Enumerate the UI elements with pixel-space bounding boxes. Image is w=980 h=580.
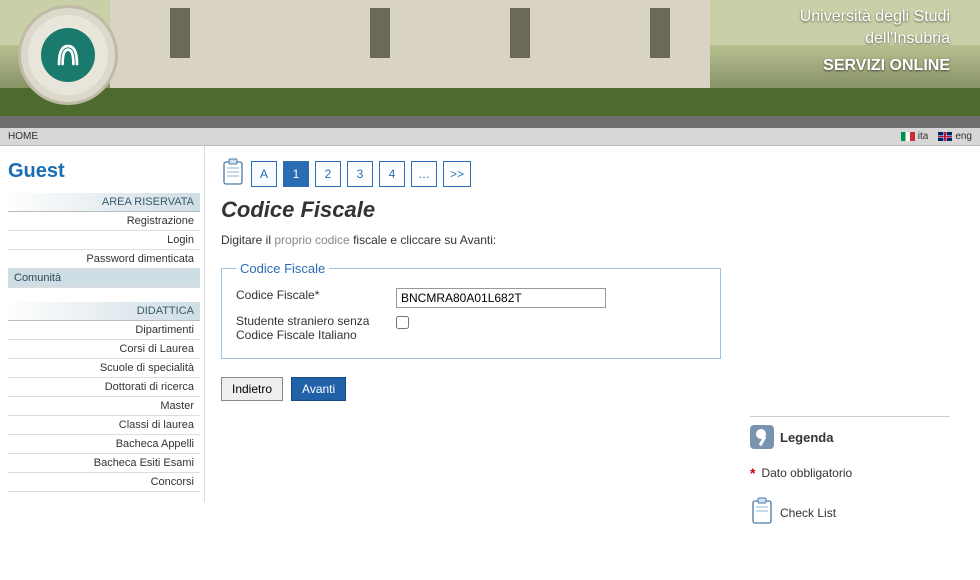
step-1[interactable]: 1 — [283, 161, 309, 187]
university-name-line1: Università degli Studi — [800, 6, 950, 28]
intro-grey: proprio codice — [274, 233, 349, 247]
clipboard-icon — [221, 158, 245, 189]
step-2[interactable]: 2 — [315, 161, 341, 187]
lang-eng[interactable]: eng — [938, 131, 972, 142]
codice-fiscale-input[interactable] — [396, 288, 606, 308]
sidebar-item-bacheca-esiti[interactable]: Bacheca Esiti Esami — [8, 454, 200, 473]
step-indicator: A 1 2 3 4 … >> — [221, 158, 964, 189]
sidebar-item-bacheca-appelli[interactable]: Bacheca Appelli — [8, 435, 200, 454]
page-title: Codice Fiscale — [221, 197, 964, 223]
sidebar-item-dipartimenti[interactable]: Dipartimenti — [8, 321, 200, 340]
service-title: SERVIZI ONLINE — [800, 55, 950, 77]
page-header: Università degli Studi dell'Insubria SER… — [0, 0, 980, 128]
clipboard-icon-small — [750, 497, 774, 528]
sidebar-item-login[interactable]: Login — [8, 231, 200, 250]
studente-straniero-checkbox[interactable] — [396, 316, 409, 329]
intro-post: fiscale e cliccare su Avanti: — [350, 233, 497, 247]
university-name-line2: dell'Insubria — [800, 28, 950, 50]
codice-fiscale-fieldset: Codice Fiscale Codice Fiscale* Studente … — [221, 261, 721, 359]
lang-ita[interactable]: ita — [901, 131, 929, 142]
logo-icon — [41, 28, 95, 82]
home-link[interactable]: HOME — [8, 131, 38, 142]
fieldset-legend: Codice Fiscale — [236, 261, 329, 276]
sidebar: Guest AREA RISERVATA Registrazione Login… — [0, 146, 205, 502]
sidebar-user: Guest — [8, 160, 200, 183]
lang-eng-label: eng — [955, 131, 972, 142]
sidebar-item-scuole-specialita[interactable]: Scuole di specialità — [8, 359, 200, 378]
legend-divider — [750, 416, 950, 417]
sidebar-item-password-dimenticata[interactable]: Password dimenticata — [8, 250, 200, 269]
step-4[interactable]: 4 — [379, 161, 405, 187]
step-3[interactable]: 3 — [347, 161, 373, 187]
sidebar-item-master[interactable]: Master — [8, 397, 200, 416]
back-button[interactable]: Indietro — [221, 377, 283, 401]
sidebar-item-registrazione[interactable]: Registrazione — [8, 212, 200, 231]
university-logo — [18, 5, 118, 105]
header-hedge — [0, 88, 980, 116]
step-more[interactable]: … — [411, 161, 437, 187]
legend-title-text: Legenda — [780, 430, 833, 445]
sidebar-item-concorsi[interactable]: Concorsi — [8, 473, 200, 492]
page-intro: Digitare il proprio codice fiscale e cli… — [221, 233, 964, 247]
lang-ita-label: ita — [918, 131, 929, 142]
top-nav-bar: HOME ita eng — [0, 128, 980, 146]
step-section-a[interactable]: A — [251, 161, 277, 187]
sidebar-item-comunita[interactable]: Comunità — [8, 269, 200, 288]
sidebar-item-classi-laurea[interactable]: Classi di laurea — [8, 416, 200, 435]
header-text: Università degli Studi dell'Insubria SER… — [800, 6, 950, 77]
step-next[interactable]: >> — [443, 161, 471, 187]
studente-straniero-label: Studente straniero senza Codice Fiscale … — [236, 314, 396, 342]
intro-pre: Digitare il — [221, 233, 274, 247]
sidebar-section-didattica: DIDATTICA — [8, 302, 200, 321]
asterisk-icon: * — [750, 465, 755, 481]
sidebar-item-dottorati[interactable]: Dottorati di ricerca — [8, 378, 200, 397]
legend-panel: Legenda * Dato obbligatorio Check List — [750, 416, 950, 528]
legend-checklist: Check List — [780, 506, 836, 520]
main-content: A 1 2 3 4 … >> Codice Fiscale Digitare i… — [205, 146, 980, 502]
sidebar-section-area-riservata: AREA RISERVATA — [8, 193, 200, 212]
flag-uk-icon — [938, 132, 952, 141]
pin-icon — [750, 425, 774, 449]
flag-italy-icon — [901, 132, 915, 141]
sidebar-item-corsi-di-laurea[interactable]: Corsi di Laurea — [8, 340, 200, 359]
header-building-image — [110, 0, 710, 100]
header-ground — [0, 116, 980, 128]
legend-mandatory: Dato obbligatorio — [761, 466, 852, 480]
codice-fiscale-label: Codice Fiscale* — [236, 288, 396, 302]
next-button[interactable]: Avanti — [291, 377, 346, 401]
